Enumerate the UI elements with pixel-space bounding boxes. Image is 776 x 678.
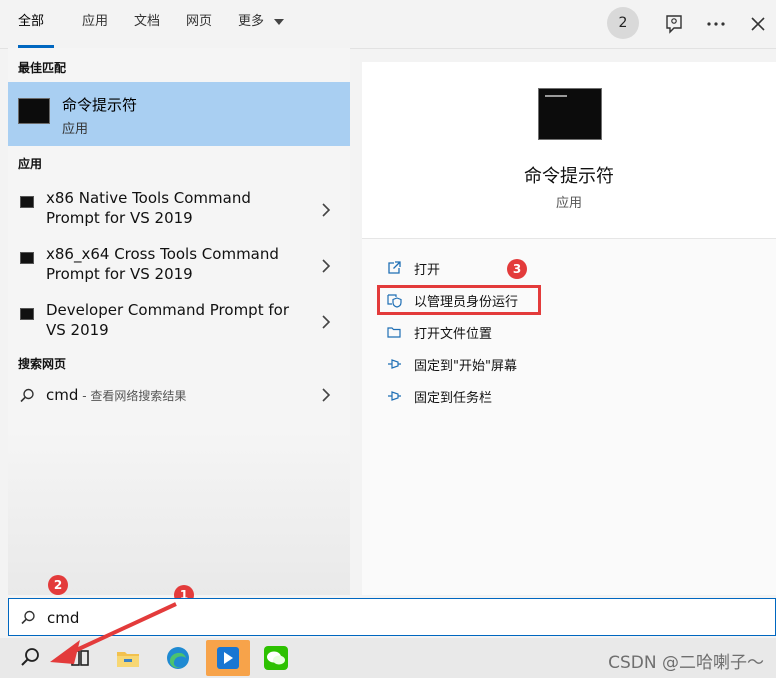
web-search-text: cmd - 查看网络搜索结果 xyxy=(46,386,186,404)
best-match-item[interactable]: 命令提示符 应用 xyxy=(8,82,350,146)
tab-more[interactable]: 更多 xyxy=(238,0,285,48)
action-label: 固定到"开始"屏幕 xyxy=(414,359,517,374)
wechat-icon[interactable] xyxy=(260,642,292,674)
tab-documents[interactable]: 文档 xyxy=(134,0,160,48)
edge-browser-icon[interactable] xyxy=(162,642,194,674)
app-label: x86_x64 Cross Tools Command Prompt for V… xyxy=(46,245,279,283)
detail-panel: 命令提示符 应用 打开 以管理员身份运行 打开文件位置 固定到"开始"屏幕 固定… xyxy=(362,62,776,595)
more-icon[interactable] xyxy=(700,8,732,40)
action-label: 打开文件位置 xyxy=(414,327,493,342)
pin-icon xyxy=(388,391,401,401)
command-prompt-icon xyxy=(538,88,602,140)
best-match-name: 命令提示符 xyxy=(62,96,138,114)
search-icon xyxy=(21,610,35,625)
chevron-right-icon[interactable] xyxy=(320,258,332,274)
tab-web[interactable]: 网页 xyxy=(186,0,212,48)
list-item[interactable]: Developer Command Prompt for VS 2019 xyxy=(8,298,350,354)
search-icon xyxy=(20,388,34,403)
taskbar: CSDN @二哈喇子～ xyxy=(0,638,776,678)
chevron-down-icon xyxy=(274,18,285,25)
close-icon[interactable] xyxy=(742,8,774,40)
folder-icon xyxy=(387,327,401,338)
tab-all[interactable]: 全部 xyxy=(18,0,54,48)
tab-all-label: 全部 xyxy=(18,14,45,29)
chevron-right-icon[interactable] xyxy=(320,202,332,218)
terminal-icon xyxy=(20,252,34,264)
list-item[interactable]: x86 Native Tools Command Prompt for VS 2… xyxy=(8,186,350,242)
app-label: x86 Native Tools Command Prompt for VS 2… xyxy=(46,189,251,227)
pin-icon xyxy=(388,359,401,369)
search-icon[interactable] xyxy=(14,642,46,674)
watermark-text: CSDN @二哈喇子～ xyxy=(608,653,764,673)
detail-subtitle: 应用 xyxy=(555,196,582,211)
annotation-number-3: 3 xyxy=(507,259,527,279)
task-view-icon[interactable] xyxy=(64,642,96,674)
terminal-icon xyxy=(20,196,34,208)
tab-apps[interactable]: 应用 xyxy=(82,0,108,48)
action-label: 固定到任务栏 xyxy=(414,391,493,406)
tab-apps-label: 应用 xyxy=(82,14,109,29)
apps-heading: 应用 xyxy=(18,157,43,171)
results-panel: 最佳匹配 命令提示符 应用 应用 x86 Native Tools Comman… xyxy=(8,48,350,595)
detail-title: 命令提示符 xyxy=(524,166,614,187)
active-app-tile[interactable] xyxy=(206,640,250,676)
tab-more-label: 更多 xyxy=(238,14,265,29)
file-explorer-icon[interactable] xyxy=(112,642,144,674)
list-item[interactable]: x86_x64 Cross Tools Command Prompt for V… xyxy=(8,242,350,298)
annotation-number-2: 2 xyxy=(48,575,68,595)
web-search-query: cmd xyxy=(46,386,79,404)
terminal-icon xyxy=(20,308,34,320)
tab-documents-label: 文档 xyxy=(134,14,161,29)
open-file-location-action[interactable]: 打开文件位置 xyxy=(384,320,644,344)
web-search-item[interactable]: cmd - 查看网络搜索结果 xyxy=(8,378,350,412)
search-input[interactable] xyxy=(45,605,649,631)
top-tab-bar: 全部 应用 文档 网页 更多 2 xyxy=(0,0,776,49)
detail-header: 命令提示符 应用 xyxy=(362,62,776,239)
web-search-heading: 搜索网页 xyxy=(18,357,67,371)
action-label: 打开 xyxy=(414,263,441,278)
best-match-heading: 最佳匹配 xyxy=(18,61,67,75)
tab-web-label: 网页 xyxy=(186,14,213,29)
pin-to-start-action[interactable]: 固定到"开始"屏幕 xyxy=(384,352,644,376)
notification-badge[interactable]: 2 xyxy=(607,7,639,39)
app-icon xyxy=(217,647,239,669)
feedback-icon[interactable] xyxy=(658,8,690,40)
chevron-right-icon[interactable] xyxy=(320,387,332,403)
pin-to-taskbar-action[interactable]: 固定到任务栏 xyxy=(384,384,644,408)
command-prompt-icon xyxy=(18,98,50,124)
open-icon xyxy=(388,261,401,274)
search-bar[interactable] xyxy=(8,598,776,636)
app-label: Developer Command Prompt for VS 2019 xyxy=(46,301,289,339)
web-search-suffix: - 查看网络搜索结果 xyxy=(78,389,187,403)
chevron-right-icon[interactable] xyxy=(320,314,332,330)
best-match-type: 应用 xyxy=(62,122,89,137)
annotation-highlight-box xyxy=(377,285,541,315)
